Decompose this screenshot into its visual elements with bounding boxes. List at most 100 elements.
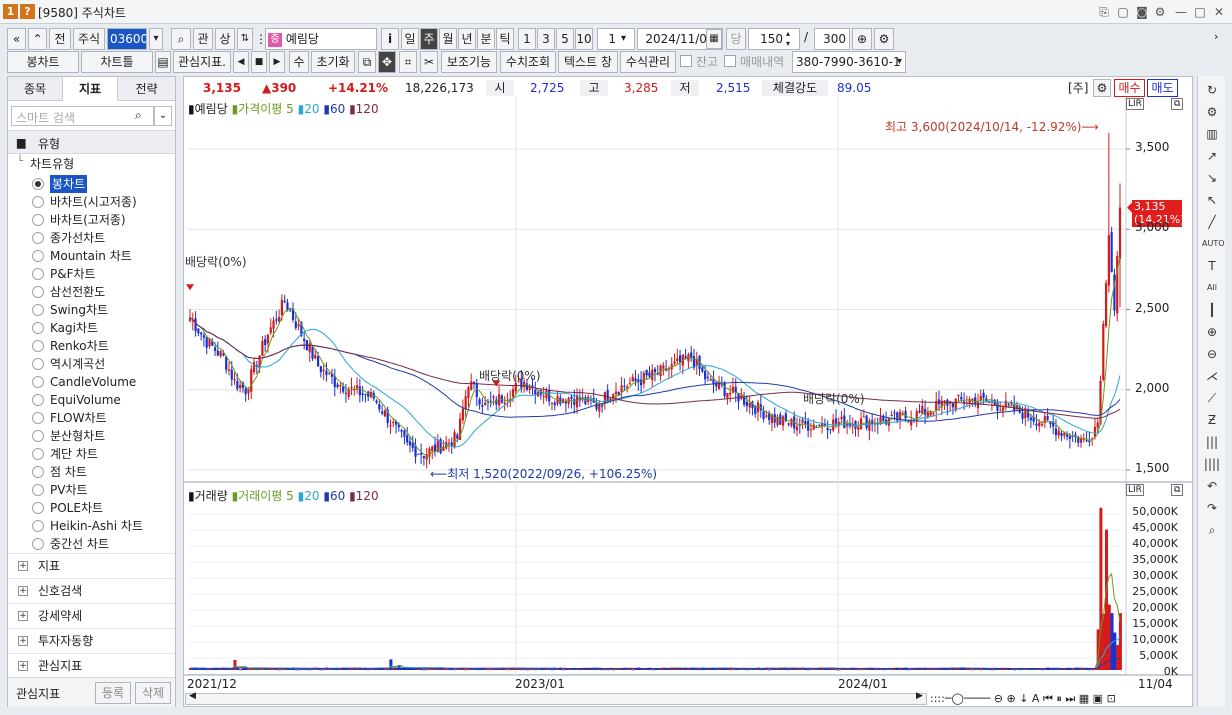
chart-type-item[interactable]: Renko차트 xyxy=(50,337,109,355)
first-icon[interactable]: ⏮ xyxy=(1043,692,1053,705)
delete-button[interactable]: 삭제 xyxy=(135,682,171,704)
frame-select[interactable]: 차트틀 xyxy=(81,51,153,73)
chart-type-item[interactable]: 봉차트 xyxy=(50,175,88,193)
tab-stock[interactable]: 종목 xyxy=(8,77,63,101)
last-icon[interactable]: ⏭ xyxy=(1065,692,1075,705)
expand-plus-icon[interactable]: + xyxy=(18,661,28,671)
chart-type-radio[interactable] xyxy=(32,268,44,280)
zoom-slider[interactable]: ::::─◯──── xyxy=(930,692,990,705)
sell-button[interactable]: 매도 xyxy=(1147,79,1178,97)
chart-type-item[interactable]: 바차트(시고저종) xyxy=(50,193,137,211)
close-icon[interactable]: ✕ xyxy=(1210,3,1228,21)
settings-icon[interactable]: ⚙ xyxy=(874,28,894,50)
expand-plus-icon[interactable]: + xyxy=(18,586,28,596)
section-item[interactable]: + 투자자동향 xyxy=(8,628,175,653)
line-icon[interactable]: ╱ xyxy=(1202,212,1222,232)
chart-type-item[interactable]: 중간선 차트 xyxy=(50,535,109,553)
chart-type-radio[interactable] xyxy=(32,358,44,370)
move-icon[interactable]: ✥ xyxy=(378,51,396,73)
gear-icon[interactable]: ⚙ xyxy=(1151,3,1169,21)
code-input[interactable]: 036000 xyxy=(107,28,147,50)
spinner-icon[interactable]: ▴ ▾ xyxy=(786,29,790,49)
chart-type-radio[interactable] xyxy=(32,520,44,532)
next-arrow-icon[interactable]: ▶ xyxy=(269,51,285,73)
chart-type-item[interactable]: Heikin-Ashi 차트 xyxy=(50,517,143,535)
smart-search-input[interactable]: 스마트 검색 ⌕ xyxy=(11,106,154,126)
chart-type-item[interactable]: Swing차트 xyxy=(50,301,108,319)
chart-type-item[interactable]: CandleVolume xyxy=(50,373,136,391)
related-button[interactable]: 관 xyxy=(193,28,213,50)
expand-plus-icon[interactable]: + xyxy=(18,611,28,621)
help-icon[interactable]: ? xyxy=(20,4,35,19)
chart-type-item[interactable]: FLOW차트 xyxy=(50,409,107,427)
chart-type-item[interactable]: 삼선전환도 xyxy=(50,283,105,301)
zoom-in-icon[interactable]: ⊕ xyxy=(1202,322,1222,342)
chart-type-radio[interactable] xyxy=(32,538,44,550)
columns-icon[interactable]: |||| xyxy=(1202,454,1222,474)
tab-strategy[interactable]: 전략 xyxy=(118,77,175,101)
chart-type-radio[interactable] xyxy=(32,484,44,496)
chart-type-item[interactable]: EquiVolume xyxy=(50,391,121,409)
nav-up-button[interactable]: ⌃ xyxy=(28,28,47,50)
font-icon[interactable]: A xyxy=(1032,692,1040,705)
text-tool-icon[interactable]: T xyxy=(1202,256,1222,276)
zigzag-icon[interactable]: Ƶ xyxy=(1202,410,1222,430)
chart-type-item[interactable]: PV차트 xyxy=(50,481,88,499)
account-select[interactable]: 380-7990-3610-1 ▾ xyxy=(792,51,906,73)
reset-button[interactable]: 초기화 xyxy=(311,51,355,73)
chart-type-item[interactable]: 분산형차트 xyxy=(50,427,105,445)
arrow-icon[interactable]: ↓ xyxy=(1019,692,1028,705)
arrow-line-icon[interactable]: ↘ xyxy=(1202,168,1222,188)
interval-10-button[interactable]: 10 xyxy=(575,28,593,50)
zoom-in-icon[interactable]: ⊕ xyxy=(1006,692,1015,705)
vol-panel-close-icon[interactable]: ⧉ xyxy=(1171,484,1184,496)
chart-type-radio[interactable] xyxy=(32,286,44,298)
chart-type-item[interactable]: Kagi차트 xyxy=(50,319,98,337)
scroll-right-icon[interactable]: ▶ xyxy=(916,691,923,701)
market-select[interactable]: 주식 xyxy=(73,28,105,50)
image-icon[interactable]: ▣ xyxy=(1093,692,1103,705)
chevron-right-icon[interactable]: › xyxy=(1214,30,1218,43)
chart-type-item[interactable]: 바차트(고저종) xyxy=(50,211,126,229)
chart-type-item[interactable]: 역시계곡선 xyxy=(50,355,105,373)
candle-icon[interactable]: ┃ xyxy=(1202,300,1222,320)
section-item[interactable]: + 관심지표 xyxy=(8,653,175,678)
numeric-lookup-button[interactable]: 수치조회 xyxy=(500,51,556,73)
total-input[interactable]: 300 xyxy=(814,28,850,50)
trade-history-checkbox[interactable] xyxy=(724,55,736,67)
prev-arrow-icon[interactable]: ◀ xyxy=(233,51,249,73)
interval-5-button[interactable]: 5 xyxy=(556,28,574,50)
search-icon[interactable]: ⌕ xyxy=(171,28,191,50)
save-icon[interactable]: ▤ xyxy=(155,51,171,73)
nav-first-button[interactable]: « xyxy=(7,28,26,50)
period-day-button[interactable]: 일 xyxy=(401,28,419,50)
group-header[interactable]: ▆ 유형 xyxy=(8,130,175,154)
auto-icon[interactable]: AUTO xyxy=(1202,234,1225,254)
crosshair-icon[interactable]: ⌗ xyxy=(399,51,417,73)
chart-type-select[interactable]: 봉차트 xyxy=(7,51,79,73)
panel-controls-icon[interactable]: LIR xyxy=(1126,98,1144,110)
stop-icon[interactable]: ■ xyxy=(251,51,267,73)
chart-type-radio[interactable] xyxy=(32,322,44,334)
up-button[interactable]: 상 xyxy=(215,28,235,50)
chart-type-item[interactable]: 계단 차트 xyxy=(50,445,98,463)
period-minute-button[interactable]: 분 xyxy=(477,28,495,50)
chart-type-radio[interactable] xyxy=(32,178,44,190)
count-input[interactable]: 150 xyxy=(748,28,800,50)
chart-svg[interactable] xyxy=(184,77,1192,706)
all-icon[interactable]: All xyxy=(1202,278,1222,298)
buy-button[interactable]: 매수 xyxy=(1114,79,1145,97)
expand-plus-icon[interactable]: + xyxy=(18,561,28,571)
copy-icon[interactable]: ▢ xyxy=(1114,3,1132,21)
chart-type-item[interactable]: 점 차트 xyxy=(50,463,87,481)
fan-icon[interactable]: ⟋ xyxy=(1202,388,1222,408)
expand-plus-icon[interactable]: + xyxy=(18,636,28,646)
unit-select[interactable]: 1 xyxy=(597,28,635,50)
interval-1-button[interactable]: 1 xyxy=(518,28,536,50)
vol-panel-controls-icon[interactable]: LIR xyxy=(1126,484,1144,496)
ray-icon[interactable]: ↖ xyxy=(1202,190,1222,210)
chart-type-radio[interactable] xyxy=(32,412,44,424)
period-week-button[interactable]: 주 xyxy=(420,28,438,50)
sort-icon[interactable]: ⇅ xyxy=(237,28,253,50)
link-icon[interactable]: ⎘ xyxy=(1095,3,1113,21)
